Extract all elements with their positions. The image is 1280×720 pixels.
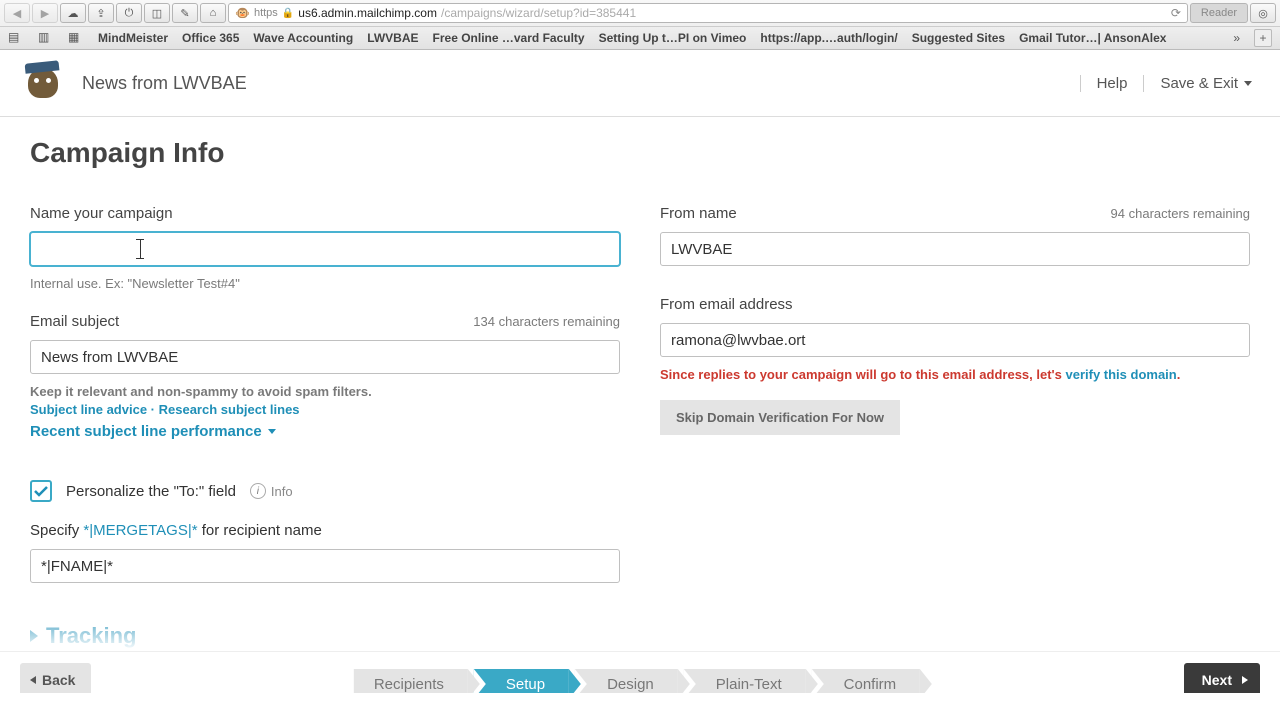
- from-name-label: From name: [660, 205, 737, 222]
- bookmark-item[interactable]: https://app.…auth/login/: [760, 31, 897, 45]
- subject-input[interactable]: [30, 340, 620, 374]
- add-tab-button[interactable]: +: [1254, 29, 1272, 47]
- verify-domain-link[interactable]: verify this domain: [1065, 367, 1176, 382]
- mergetags-text: *|MERGETAGS|*: [83, 522, 197, 539]
- subject-label: Email subject: [30, 313, 119, 330]
- book-icon[interactable]: ▥: [38, 30, 54, 46]
- reader-button[interactable]: Reader: [1190, 3, 1248, 23]
- back-label: Back: [42, 672, 75, 688]
- tracking-label: Tracking: [46, 623, 136, 649]
- share-button[interactable]: ⇪: [88, 3, 114, 23]
- help-link[interactable]: Help: [1080, 75, 1128, 92]
- personalize-checkbox[interactable]: [30, 480, 52, 502]
- icloud-button[interactable]: ☁: [60, 3, 86, 23]
- personalize-label: Personalize the "To:" field: [66, 483, 236, 500]
- bookmark-item[interactable]: MindMeister: [98, 31, 168, 45]
- toolbar: ◀ ▶ ☁ ⇪ ⏻ ◫ ✎ ⌂ 🐵 https 🔒 us6.admin.mail…: [0, 0, 1280, 26]
- wizard-next-button[interactable]: Next: [1184, 663, 1260, 693]
- from-email-input[interactable]: [660, 323, 1250, 357]
- save-exit-label: Save & Exit: [1160, 75, 1238, 92]
- lock-icon: 🔒: [282, 8, 294, 19]
- campaign-name-label: Name your campaign: [30, 205, 620, 222]
- step-plain-text[interactable]: Plain-Text: [684, 669, 806, 693]
- campaign-name-hint: Internal use. Ex: "Newsletter Test#4": [30, 276, 620, 291]
- step-recipients[interactable]: Recipients: [354, 669, 468, 693]
- subject-hint: Keep it relevant and non-spammy to avoid…: [30, 384, 620, 399]
- mergetag-input[interactable]: [30, 549, 620, 583]
- address-bar[interactable]: 🐵 https 🔒 us6.admin.mailchimp.com/campai…: [228, 3, 1188, 23]
- specify-text: Specify *|MERGETAGS|* for recipient name: [30, 522, 620, 539]
- bookmark-item[interactable]: Free Online …vard Faculty: [433, 31, 585, 45]
- campaign-title: News from LWVBAE: [82, 73, 247, 94]
- reload-icon[interactable]: ⟳: [1171, 6, 1181, 20]
- from-name-input[interactable]: [660, 232, 1250, 266]
- wizard-bar: Back Recipients Setup Design Plain-Text …: [0, 651, 1280, 693]
- app-header: News from LWVBAE Help Save & Exit: [0, 50, 1280, 117]
- browser-chrome: ◀ ▶ ☁ ⇪ ⏻ ◫ ✎ ⌂ 🐵 https 🔒 us6.admin.mail…: [0, 0, 1280, 50]
- skip-verification-button[interactable]: Skip Domain Verification For Now: [660, 400, 900, 435]
- bookmarks-overflow[interactable]: »: [1233, 31, 1240, 45]
- url-path: /campaigns/wizard/setup?id=385441: [441, 6, 636, 20]
- forward-nav-button[interactable]: ▶: [32, 3, 58, 23]
- toolbar-button-1[interactable]: ◫: [144, 3, 170, 23]
- wizard-steps: Recipients Setup Design Plain-Text Confi…: [354, 669, 926, 693]
- step-design[interactable]: Design: [575, 669, 678, 693]
- research-link[interactable]: Research subject lines: [159, 402, 300, 417]
- from-name-char-count: 94 characters remaining: [1111, 206, 1250, 221]
- site-favicon: 🐵: [235, 6, 250, 20]
- verify-domain-text: Since replies to your campaign will go t…: [660, 367, 1250, 382]
- step-setup[interactable]: Setup: [474, 669, 569, 693]
- chevron-right-icon: [1242, 676, 1248, 684]
- bookmarks-bar: ▤ ▥ ▦ MindMeister Office 365 Wave Accoun…: [0, 26, 1280, 49]
- save-exit-button[interactable]: Save & Exit: [1143, 75, 1252, 92]
- page-heading: Campaign Info: [30, 137, 1250, 169]
- info-icon: i: [250, 483, 266, 499]
- wizard-back-button[interactable]: Back: [20, 663, 91, 693]
- sidebar-icon[interactable]: ▤: [8, 30, 24, 46]
- url-host: us6.admin.mailchimp.com: [298, 6, 437, 20]
- grid-icon[interactable]: ▦: [68, 30, 84, 46]
- back-nav-button[interactable]: ◀: [4, 3, 30, 23]
- next-label: Next: [1202, 672, 1232, 688]
- bookmark-item[interactable]: LWVBAE: [367, 31, 418, 45]
- main-content: Campaign Info Name your campaign Interna…: [0, 117, 1280, 693]
- subject-char-count: 134 characters remaining: [473, 314, 620, 329]
- step-confirm[interactable]: Confirm: [812, 669, 921, 693]
- edit-button[interactable]: ✎: [172, 3, 198, 23]
- subject-advice-link[interactable]: Subject line advice: [30, 402, 147, 417]
- bookmark-item[interactable]: Office 365: [182, 31, 239, 45]
- recent-subject-link[interactable]: Recent subject line performance: [30, 423, 276, 440]
- bookmark-item[interactable]: Setting Up t…PI on Vimeo: [599, 31, 747, 45]
- chevron-left-icon: [30, 676, 36, 684]
- caret-down-icon: [268, 429, 276, 434]
- toolbar-button-2[interactable]: ◎: [1250, 3, 1276, 23]
- info-button[interactable]: i Info: [250, 483, 293, 499]
- campaign-name-input[interactable]: [30, 232, 620, 266]
- url-protocol: https: [254, 7, 278, 19]
- caret-down-icon: [1244, 81, 1252, 86]
- from-email-label: From email address: [660, 296, 1250, 313]
- info-label: Info: [271, 484, 293, 499]
- power-button[interactable]: ⏻: [116, 3, 142, 23]
- home-button[interactable]: ⌂: [200, 3, 226, 23]
- bookmark-item[interactable]: Gmail Tutor…| AnsonAlex: [1019, 31, 1166, 45]
- text-cursor-icon: [140, 240, 141, 258]
- tracking-toggle[interactable]: Tracking: [30, 623, 620, 649]
- recent-subject-label: Recent subject line performance: [30, 423, 262, 440]
- bookmark-item[interactable]: Suggested Sites: [912, 31, 1005, 45]
- bookmark-item[interactable]: Wave Accounting: [253, 31, 353, 45]
- triangle-right-icon: [30, 630, 38, 642]
- mailchimp-logo: [28, 68, 58, 98]
